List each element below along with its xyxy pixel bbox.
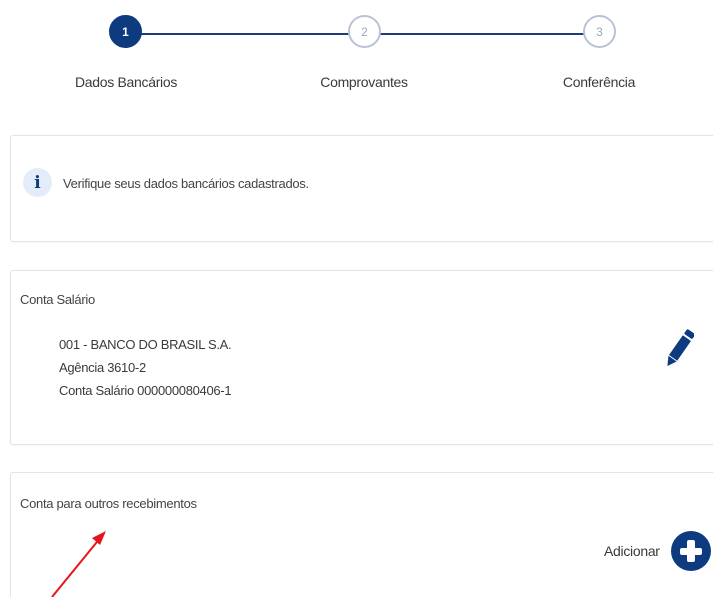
step-3-number: 3 [596,24,603,39]
bank-name: 001 - BANCO DO BRASIL S.A. [59,337,232,352]
info-icon: i [23,168,52,197]
step-1-label: Dados Bancários [74,74,178,90]
add-account-label[interactable]: Adicionar [604,543,660,559]
account-number: Conta Salário 000000080406-1 [59,383,232,398]
salary-account-card: Conta Salário 001 - BANCO DO BRASIL S.A.… [10,270,713,445]
step-3-label: Conferência [562,74,636,90]
agency-number: Agência 3610-2 [59,360,146,375]
info-message: Verifique seus dados bancários cadastrad… [63,176,309,191]
step-3-circle[interactable]: 3 [583,15,616,48]
step-connector [141,33,351,35]
page: 1 2 3 Dados Bancários Comprovantes Confe… [0,0,713,597]
step-1-circle[interactable]: 1 [109,15,142,48]
info-icon-glyph: i [34,172,41,193]
pencil-icon[interactable] [666,326,695,371]
progress-stepper: 1 2 3 Dados Bancários Comprovantes Confe… [0,0,713,110]
plus-icon[interactable] [671,531,711,571]
step-1-number: 1 [122,24,129,39]
step-2-circle[interactable]: 2 [348,15,381,48]
salary-account-title: Conta Salário [20,292,95,307]
salary-account-details: 001 - BANCO DO BRASIL S.A. Agência 3610-… [59,333,232,402]
other-account-title: Conta para outros recebimentos [20,496,197,511]
step-2-label: Comprovantes [320,74,408,90]
plus-icon-vertical [687,540,695,562]
other-account-card: Conta para outros recebimentos Adicionar [10,472,713,597]
info-card: i Verifique seus dados bancários cadastr… [10,135,713,242]
step-connector [379,33,586,35]
step-2-number: 2 [361,24,368,39]
